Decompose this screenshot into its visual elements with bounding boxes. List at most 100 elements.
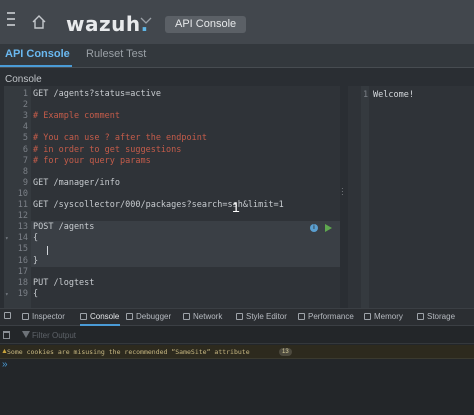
devtools-tab-label: Performance	[308, 312, 354, 321]
code-text: POST /agents	[33, 222, 95, 233]
editor-line[interactable]: 9 GET /manager/info	[4, 178, 340, 189]
devtools-tab-style-editor[interactable]: Style Editor	[236, 312, 287, 321]
element-picker-icon[interactable]	[4, 312, 14, 319]
fold-toggle-icon[interactable]: ▾	[5, 233, 9, 244]
active-tab-indicator	[0, 65, 72, 67]
filter-input[interactable]: Filter Output	[32, 331, 76, 340]
console-prompt[interactable]: »	[2, 359, 8, 370]
devtools-tab-console[interactable]: Console	[80, 312, 119, 321]
breadcrumb[interactable]: API Console	[165, 16, 247, 33]
storage-icon	[417, 313, 424, 320]
tab-bar: API Console Ruleset Test	[0, 44, 474, 68]
warning-count-badge: 13	[279, 348, 292, 356]
line-number: 3	[22, 111, 28, 122]
top-bar: wazuh. API Console	[0, 0, 474, 44]
drag-handle-icon[interactable]: · · ·	[341, 185, 344, 199]
devtools-tab-label: Console	[90, 312, 120, 321]
request-editor[interactable]: i 1 GET /agents?status=active 2 3 # Example …	[4, 86, 340, 308]
devtools-tab-label: Style Editor	[246, 312, 287, 321]
fold-toggle-icon[interactable]: ▾	[5, 289, 9, 300]
devtools-tab-network[interactable]: Network	[183, 312, 222, 321]
code-text: PUT /logtest	[33, 277, 95, 288]
code-text: {	[33, 288, 39, 299]
devtools-tab-indicator	[80, 324, 120, 326]
editor-line[interactable]: 5 # You can use ? after the endpoint	[4, 133, 340, 144]
editor-line[interactable]: 18 PUT /logtest	[4, 278, 340, 289]
editor-line[interactable]: 2	[4, 100, 340, 111]
tab-ruleset-test[interactable]: Ruleset Test	[86, 48, 146, 60]
line-number: 8	[22, 166, 28, 177]
debugger-icon	[126, 313, 133, 320]
editor-line[interactable]: 19 ▾{	[4, 289, 340, 300]
trash-icon[interactable]	[3, 331, 10, 339]
console-icon	[80, 313, 87, 320]
line-number: 1	[22, 89, 28, 99]
output-line-number: 1	[363, 90, 369, 100]
devtools-tab-label: Debugger	[136, 312, 172, 321]
line-number: 13	[17, 222, 28, 233]
code-comment: # You can use ? after the endpoint	[33, 133, 207, 144]
devtools-panel: Inspector Console Debugger Network Style Edi…	[0, 308, 474, 415]
overlay-marker: 1	[232, 199, 240, 215]
editor-line[interactable]: 16}	[4, 256, 340, 267]
console-warning[interactable]: ▲ Some cookies are misusing the recommen…	[0, 345, 474, 359]
network-icon	[183, 313, 190, 320]
line-number: 10	[17, 188, 28, 199]
code-comment: # Example comment	[33, 111, 120, 122]
editor-line[interactable]: 10	[4, 189, 340, 200]
code-text: GET /syscollector/000/packages?search=ss…	[33, 200, 284, 210]
filter-icon	[22, 331, 30, 338]
editor-line[interactable]: 3 # Example comment	[4, 111, 340, 122]
code-comment: # for your query params	[33, 155, 151, 166]
code-text: {	[33, 233, 39, 244]
editor-line[interactable]: 7 # for your query params	[4, 156, 340, 167]
editor-line[interactable]: 11 GET /syscollector/000/packages?search=…	[4, 200, 340, 211]
warning-text: Some cookies are misusing the recommende…	[7, 348, 250, 356]
performance-icon	[298, 313, 305, 320]
devtools-tab-memory[interactable]: Memory	[364, 312, 403, 321]
output-text: Welcome!	[373, 90, 414, 100]
editor-line[interactable]: 6 # in order to get suggestions	[4, 145, 340, 156]
editor-line[interactable]: 8	[4, 167, 340, 178]
output-gutter	[361, 86, 369, 308]
line-number: 17	[17, 266, 28, 277]
devtools-tab-label: Network	[193, 312, 223, 321]
line-number: 16	[17, 255, 28, 266]
editor-line[interactable]: 12	[4, 211, 340, 222]
devtools-tab-storage[interactable]: Storage	[417, 312, 455, 321]
editor-line[interactable]: 17	[4, 267, 340, 278]
picker-icon	[4, 312, 11, 319]
home-icon[interactable]	[31, 14, 47, 30]
wazuh-logo[interactable]: wazuh.	[66, 12, 149, 36]
code-text: GET /agents?status=active	[33, 89, 161, 99]
line-number: 9	[22, 177, 28, 188]
line-number: 11	[17, 200, 28, 210]
menu-icon[interactable]	[7, 12, 15, 28]
line-number: 18	[17, 277, 28, 288]
line-number: 12	[17, 211, 28, 222]
editor-line[interactable]: 1 GET /agents?status=active	[4, 89, 340, 100]
devtools-tab-label: Memory	[374, 312, 403, 321]
editor-line[interactable]: 15	[4, 244, 340, 255]
editor-line[interactable]: 14 ▾{	[4, 233, 340, 244]
inspector-icon	[22, 313, 29, 320]
style-editor-icon	[236, 313, 243, 320]
line-number: 6	[22, 144, 28, 155]
line-number: 7	[22, 155, 28, 166]
tab-api-console[interactable]: API Console	[5, 48, 70, 60]
chevron-down-icon[interactable]	[140, 16, 152, 26]
line-number: 5	[22, 133, 28, 144]
code-text: }	[33, 255, 39, 266]
devtools-tab-debugger[interactable]: Debugger	[126, 312, 171, 321]
editor-line[interactable]: 4	[4, 122, 340, 133]
devtools-tab-inspector[interactable]: Inspector	[22, 312, 65, 321]
console-toolbar: Filter Output	[0, 327, 474, 344]
devtools-tab-performance[interactable]: Performance	[298, 312, 354, 321]
memory-icon	[364, 313, 371, 320]
editor-line[interactable]: 13 POST /agents	[4, 222, 340, 233]
line-number: 15	[17, 244, 28, 255]
response-output: 1 Welcome!	[348, 86, 474, 308]
console-label: Console	[5, 74, 42, 85]
code-comment: # in order to get suggestions	[33, 144, 182, 155]
code-text: GET /manager/info	[33, 177, 120, 188]
